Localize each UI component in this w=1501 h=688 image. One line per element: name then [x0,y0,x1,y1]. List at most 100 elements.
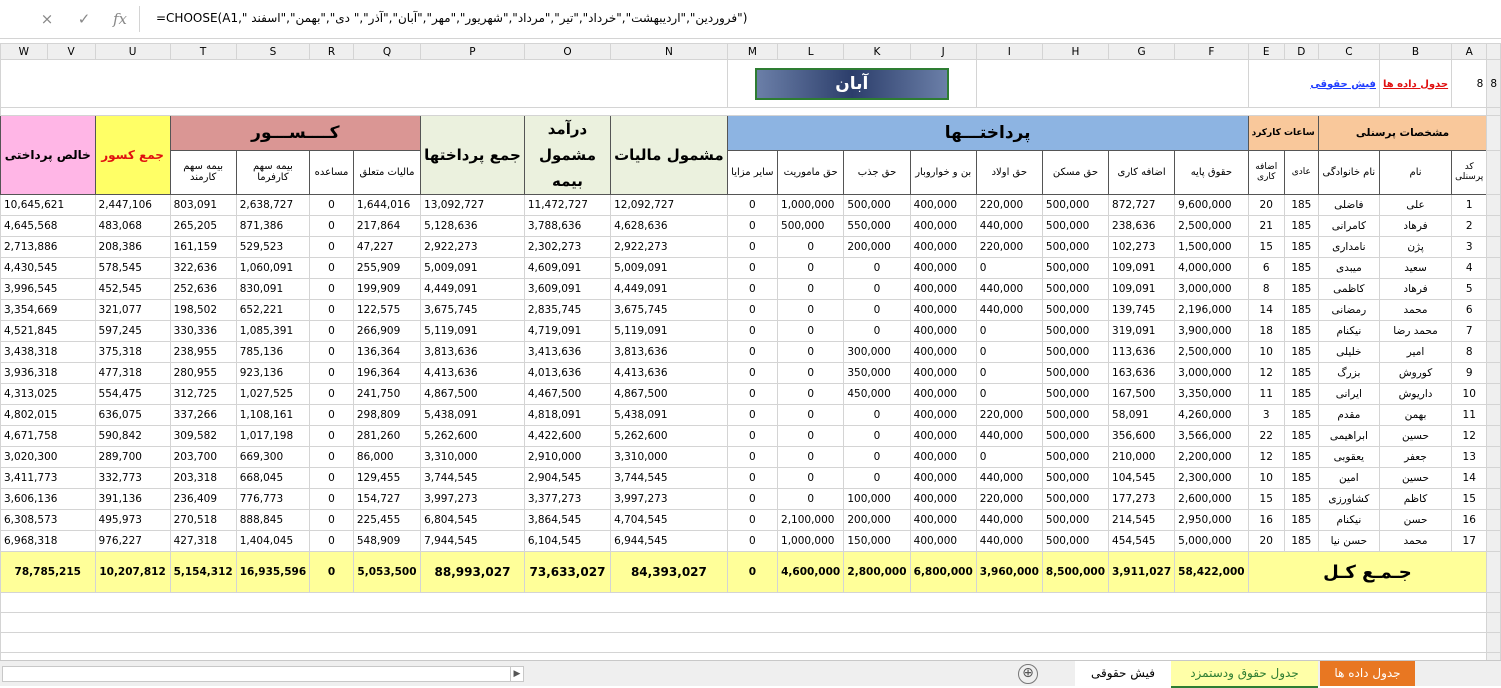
row-header[interactable] [1486,257,1501,279]
personnel-code-cell[interactable]: 15 [1451,488,1488,510]
food-allowance-cell[interactable]: 400,000 [909,215,977,237]
child-allowance-cell[interactable]: 220,000 [975,194,1043,216]
housing-cell[interactable]: 500,000 [1041,509,1110,531]
total-child-cell[interactable]: 3,960,000 [975,551,1043,593]
overtime-pay-cell[interactable]: 102,273 [1108,236,1176,258]
insurance-employee-cell[interactable]: 203,318 [169,467,237,489]
insurable-income-cell[interactable]: 2,302,273 [523,236,612,258]
housing-cell[interactable]: 500,000 [1041,194,1110,216]
column-header[interactable]: B [1378,43,1453,60]
attraction-cell[interactable]: 0 [843,467,911,489]
base-salary-cell[interactable]: 9,600,000 [1174,194,1249,216]
aid-cell[interactable]: 0 [309,299,354,321]
normal-hours-cell[interactable]: 185 [1283,362,1319,384]
other-benefits-cell[interactable]: 0 [726,404,779,426]
aid-cell[interactable]: 0 [309,404,354,426]
taxable-cell[interactable]: 5,438,091 [610,404,728,426]
column-header[interactable]: U [94,43,171,60]
column-header[interactable]: L [777,43,845,60]
overtime-pay-cell[interactable]: 454,545 [1108,530,1176,552]
normal-hours-cell[interactable]: 185 [1283,530,1319,552]
taxable-cell[interactable]: 6,944,545 [610,530,728,552]
first-name-cell[interactable]: محمد رضا [1378,320,1453,342]
tab-payroll-table[interactable]: جدول حقوق ودستمزد [1171,661,1318,688]
housing-cell[interactable]: 500,000 [1041,425,1110,447]
column-header[interactable]: C [1317,43,1380,60]
mission-cell[interactable]: 0 [777,404,845,426]
total-payments-cell[interactable]: 13,092,727 [420,194,525,216]
aid-cell[interactable]: 0 [309,446,354,468]
tax-cell[interactable]: 154,727 [352,488,422,510]
personnel-code-cell[interactable]: 4 [1451,257,1488,279]
taxable-cell[interactable]: 4,867,500 [610,383,728,405]
total-deductions-cell[interactable]: 391,136 [94,488,171,510]
last-name-cell[interactable]: نیکنام [1317,320,1380,342]
insurable-income-cell[interactable]: 4,818,091 [523,404,612,426]
tax-cell[interactable]: 122,575 [352,299,422,321]
total-payments-cell[interactable]: 3,997,273 [420,488,525,510]
tax-cell[interactable]: 255,909 [352,257,422,279]
insurable-income-cell[interactable]: 4,609,091 [523,257,612,279]
first-name-cell[interactable]: کاظم [1378,488,1453,510]
housing-cell[interactable]: 500,000 [1041,278,1110,300]
tab-payslip[interactable]: فیش حقوقی [1075,661,1171,686]
normal-hours-cell[interactable]: 185 [1283,446,1319,468]
mission-cell[interactable]: 1,000,000 [777,194,845,216]
column-header[interactable]: P [420,43,525,60]
insurance-employer-cell[interactable]: 871,386 [235,215,311,237]
child-allowance-cell[interactable]: 440,000 [975,278,1043,300]
cell-month-index[interactable]: 8 [1451,59,1488,108]
food-allowance-cell[interactable]: 400,000 [909,236,977,258]
total-payments-cell[interactable]: 3,744,545 [420,467,525,489]
housing-cell[interactable]: 500,000 [1041,257,1110,279]
fx-icon[interactable]: fx [110,8,130,30]
net-pay-cell[interactable]: 3,996,545 [0,278,96,300]
first-name-cell[interactable]: حسن [1378,509,1453,531]
first-name-cell[interactable]: محمد [1378,299,1453,321]
net-pay-cell[interactable]: 4,313,025 [0,383,96,405]
base-salary-cell[interactable]: 2,200,000 [1174,446,1249,468]
insurance-employee-cell[interactable]: 330,336 [169,320,237,342]
total-ins-cell[interactable]: 73,633,027 [523,551,612,593]
child-allowance-cell[interactable]: 0 [975,383,1043,405]
last-name-cell[interactable]: حسن نیا [1317,530,1380,552]
total-deductions-cell[interactable]: 597,245 [94,320,171,342]
insurance-employee-cell[interactable]: 161,159 [169,236,237,258]
normal-hours-cell[interactable]: 185 [1283,257,1319,279]
insurable-income-cell[interactable]: 4,013,636 [523,362,612,384]
cancel-icon[interactable]: × [37,8,57,30]
total-payments-cell[interactable]: 3,813,636 [420,341,525,363]
tax-cell[interactable]: 217,864 [352,215,422,237]
column-header[interactable]: W [0,43,48,60]
row-header[interactable] [1486,341,1501,363]
total-payments-cell[interactable]: 5,009,091 [420,257,525,279]
attraction-cell[interactable]: 0 [843,299,911,321]
housing-cell[interactable]: 500,000 [1041,488,1110,510]
overtime-pay-cell[interactable]: 167,500 [1108,383,1176,405]
personnel-code-cell[interactable]: 8 [1451,341,1488,363]
tax-cell[interactable]: 129,455 [352,467,422,489]
food-allowance-cell[interactable]: 400,000 [909,362,977,384]
personnel-code-cell[interactable]: 12 [1451,425,1488,447]
other-benefits-cell[interactable]: 0 [726,257,779,279]
mission-cell[interactable]: 0 [777,257,845,279]
insurable-income-cell[interactable]: 4,422,600 [523,425,612,447]
child-allowance-cell[interactable]: 0 [975,362,1043,384]
net-pay-cell[interactable]: 2,713,886 [0,236,96,258]
total-deductions-cell[interactable]: 636,075 [94,404,171,426]
column-header[interactable]: T [169,43,237,60]
first-name-cell[interactable]: سعید [1378,257,1453,279]
food-allowance-cell[interactable]: 400,000 [909,299,977,321]
net-pay-cell[interactable]: 3,020,300 [0,446,96,468]
base-salary-cell[interactable]: 1,500,000 [1174,236,1249,258]
mission-cell[interactable]: 0 [777,425,845,447]
insurance-employer-cell[interactable]: 652,221 [235,299,311,321]
attraction-cell[interactable]: 0 [843,425,911,447]
column-header[interactable]: S [235,43,311,60]
base-salary-cell[interactable]: 2,600,000 [1174,488,1249,510]
overtime-pay-cell[interactable]: 238,636 [1108,215,1176,237]
total-attr-cell[interactable]: 2,800,000 [843,551,911,593]
overtime-pay-cell[interactable]: 872,727 [1108,194,1176,216]
insurance-employee-cell[interactable]: 322,636 [169,257,237,279]
overtime-hours-cell[interactable]: 6 [1247,257,1285,279]
